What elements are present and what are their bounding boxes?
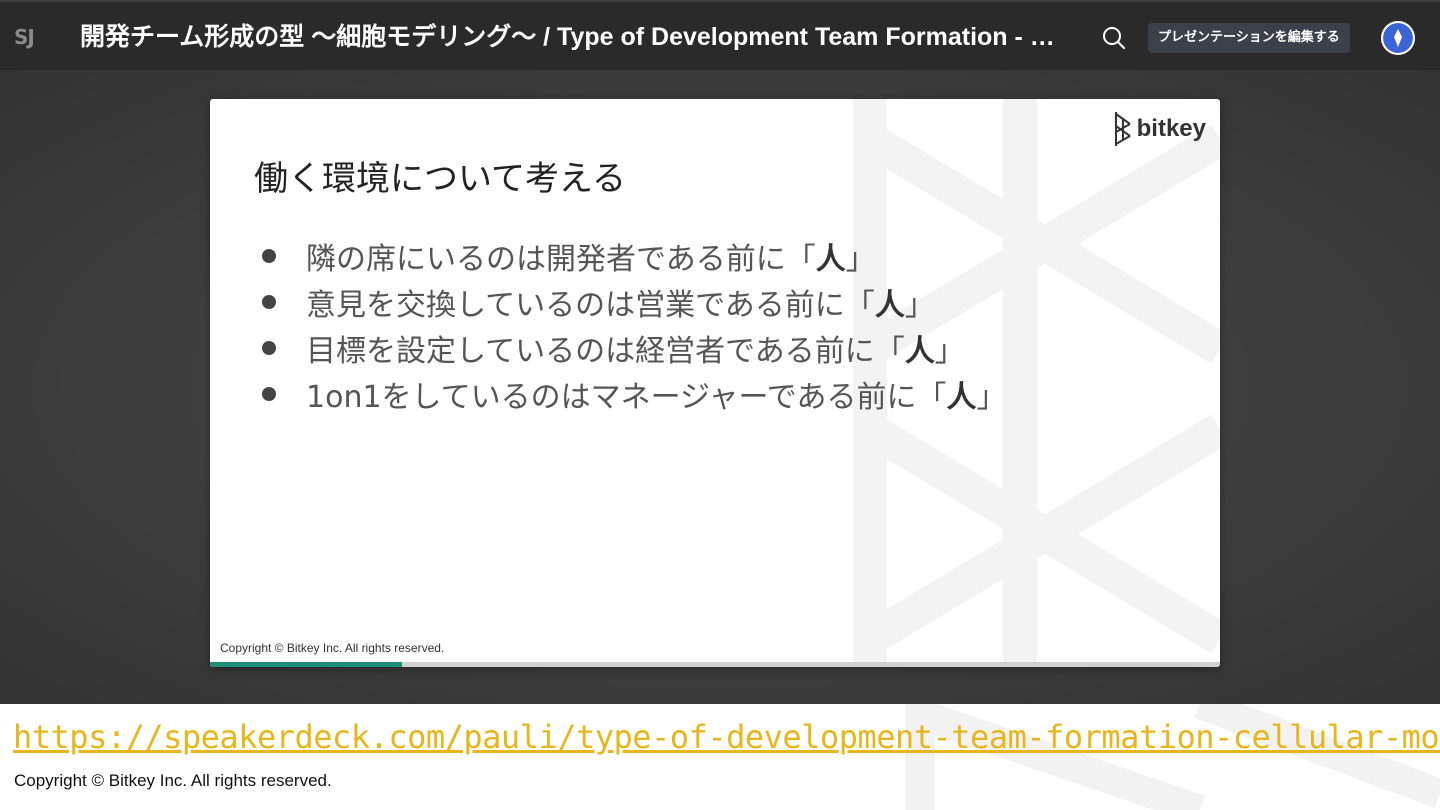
bitkey-logo: bitkey [1113, 109, 1206, 149]
bullet-item: 目標を設定しているのは経営者である前に「人」 [260, 325, 1140, 371]
deck-url-link[interactable]: https://speakerdeck.com/pauli/type-of-de… [13, 718, 1440, 756]
slide-heading: 働く環境について考える [254, 159, 626, 199]
bullet-emphasis: 人 [904, 334, 935, 369]
slide[interactable]: bitkey 働く環境について考える 隣の席にいるのは開発者である前に「人」 意… [210, 99, 1220, 667]
brand-name: bitkey [1136, 115, 1206, 142]
bullet-item: 1on1をしているのはマネージャーである前に「人」 [260, 371, 1140, 417]
search-button[interactable] [1100, 24, 1128, 52]
bullet-dot-icon [262, 387, 276, 401]
bullet-end: 」 [845, 242, 876, 277]
bullet-emphasis: 人 [874, 288, 905, 323]
bullet-dot-icon [262, 341, 276, 355]
speakerdeck-logo[interactable]: SJ [14, 26, 48, 48]
deck-title: 開発チーム形成の型 〜細胞モデリング〜 / Type of Developmen… [80, 23, 1055, 51]
footer-overlay: https://speakerdeck.com/pauli/type-of-de… [0, 704, 1440, 810]
bullet-end: 」 [904, 288, 935, 323]
bullet-text: 目標を設定しているのは経営者である前に「 [306, 334, 905, 369]
bullet-text: 1on1をしているのはマネージャーである前に「 [306, 380, 947, 415]
slide-stage: bitkey 働く環境について考える 隣の席にいるのは開発者である前に「人」 意… [0, 70, 1440, 704]
bullet-dot-icon [262, 295, 276, 309]
bullet-text: 意見を交換しているのは営業である前に「 [306, 288, 875, 323]
bullet-end: 」 [934, 334, 965, 369]
slide-progress-fill [210, 662, 402, 667]
search-icon [1103, 27, 1126, 50]
bullet-item: 意見を交換しているのは営業である前に「人」 [260, 279, 1140, 325]
avatar[interactable] [1381, 21, 1415, 55]
edit-presentation-button[interactable]: プレゼンテーションを編集する [1148, 23, 1350, 53]
bullet-item: 隣の席にいるのは開発者である前に「人」 [260, 233, 1140, 279]
bullet-text: 隣の席にいるのは開発者である前に「 [306, 242, 816, 277]
bullet-end: 」 [976, 380, 1007, 415]
bullet-dot-icon [262, 249, 276, 263]
bullet-list: 隣の席にいるのは開発者である前に「人」 意見を交換しているのは営業である前に「人… [260, 233, 1140, 417]
top-bar: SJ 開発チーム形成の型 〜細胞モデリング〜 / Type of Develop… [0, 0, 1440, 70]
footer-copyright: Copyright © Bitkey Inc. All rights reser… [14, 771, 332, 790]
bitkey-mark-icon [1114, 112, 1131, 146]
slide-progress-bar[interactable] [210, 662, 1220, 667]
bullet-emphasis: 人 [946, 380, 977, 415]
slide-copyright: Copyright © Bitkey Inc. All rights reser… [220, 641, 445, 655]
bullet-emphasis: 人 [815, 242, 846, 277]
user-avatar-icon [1383, 23, 1413, 53]
